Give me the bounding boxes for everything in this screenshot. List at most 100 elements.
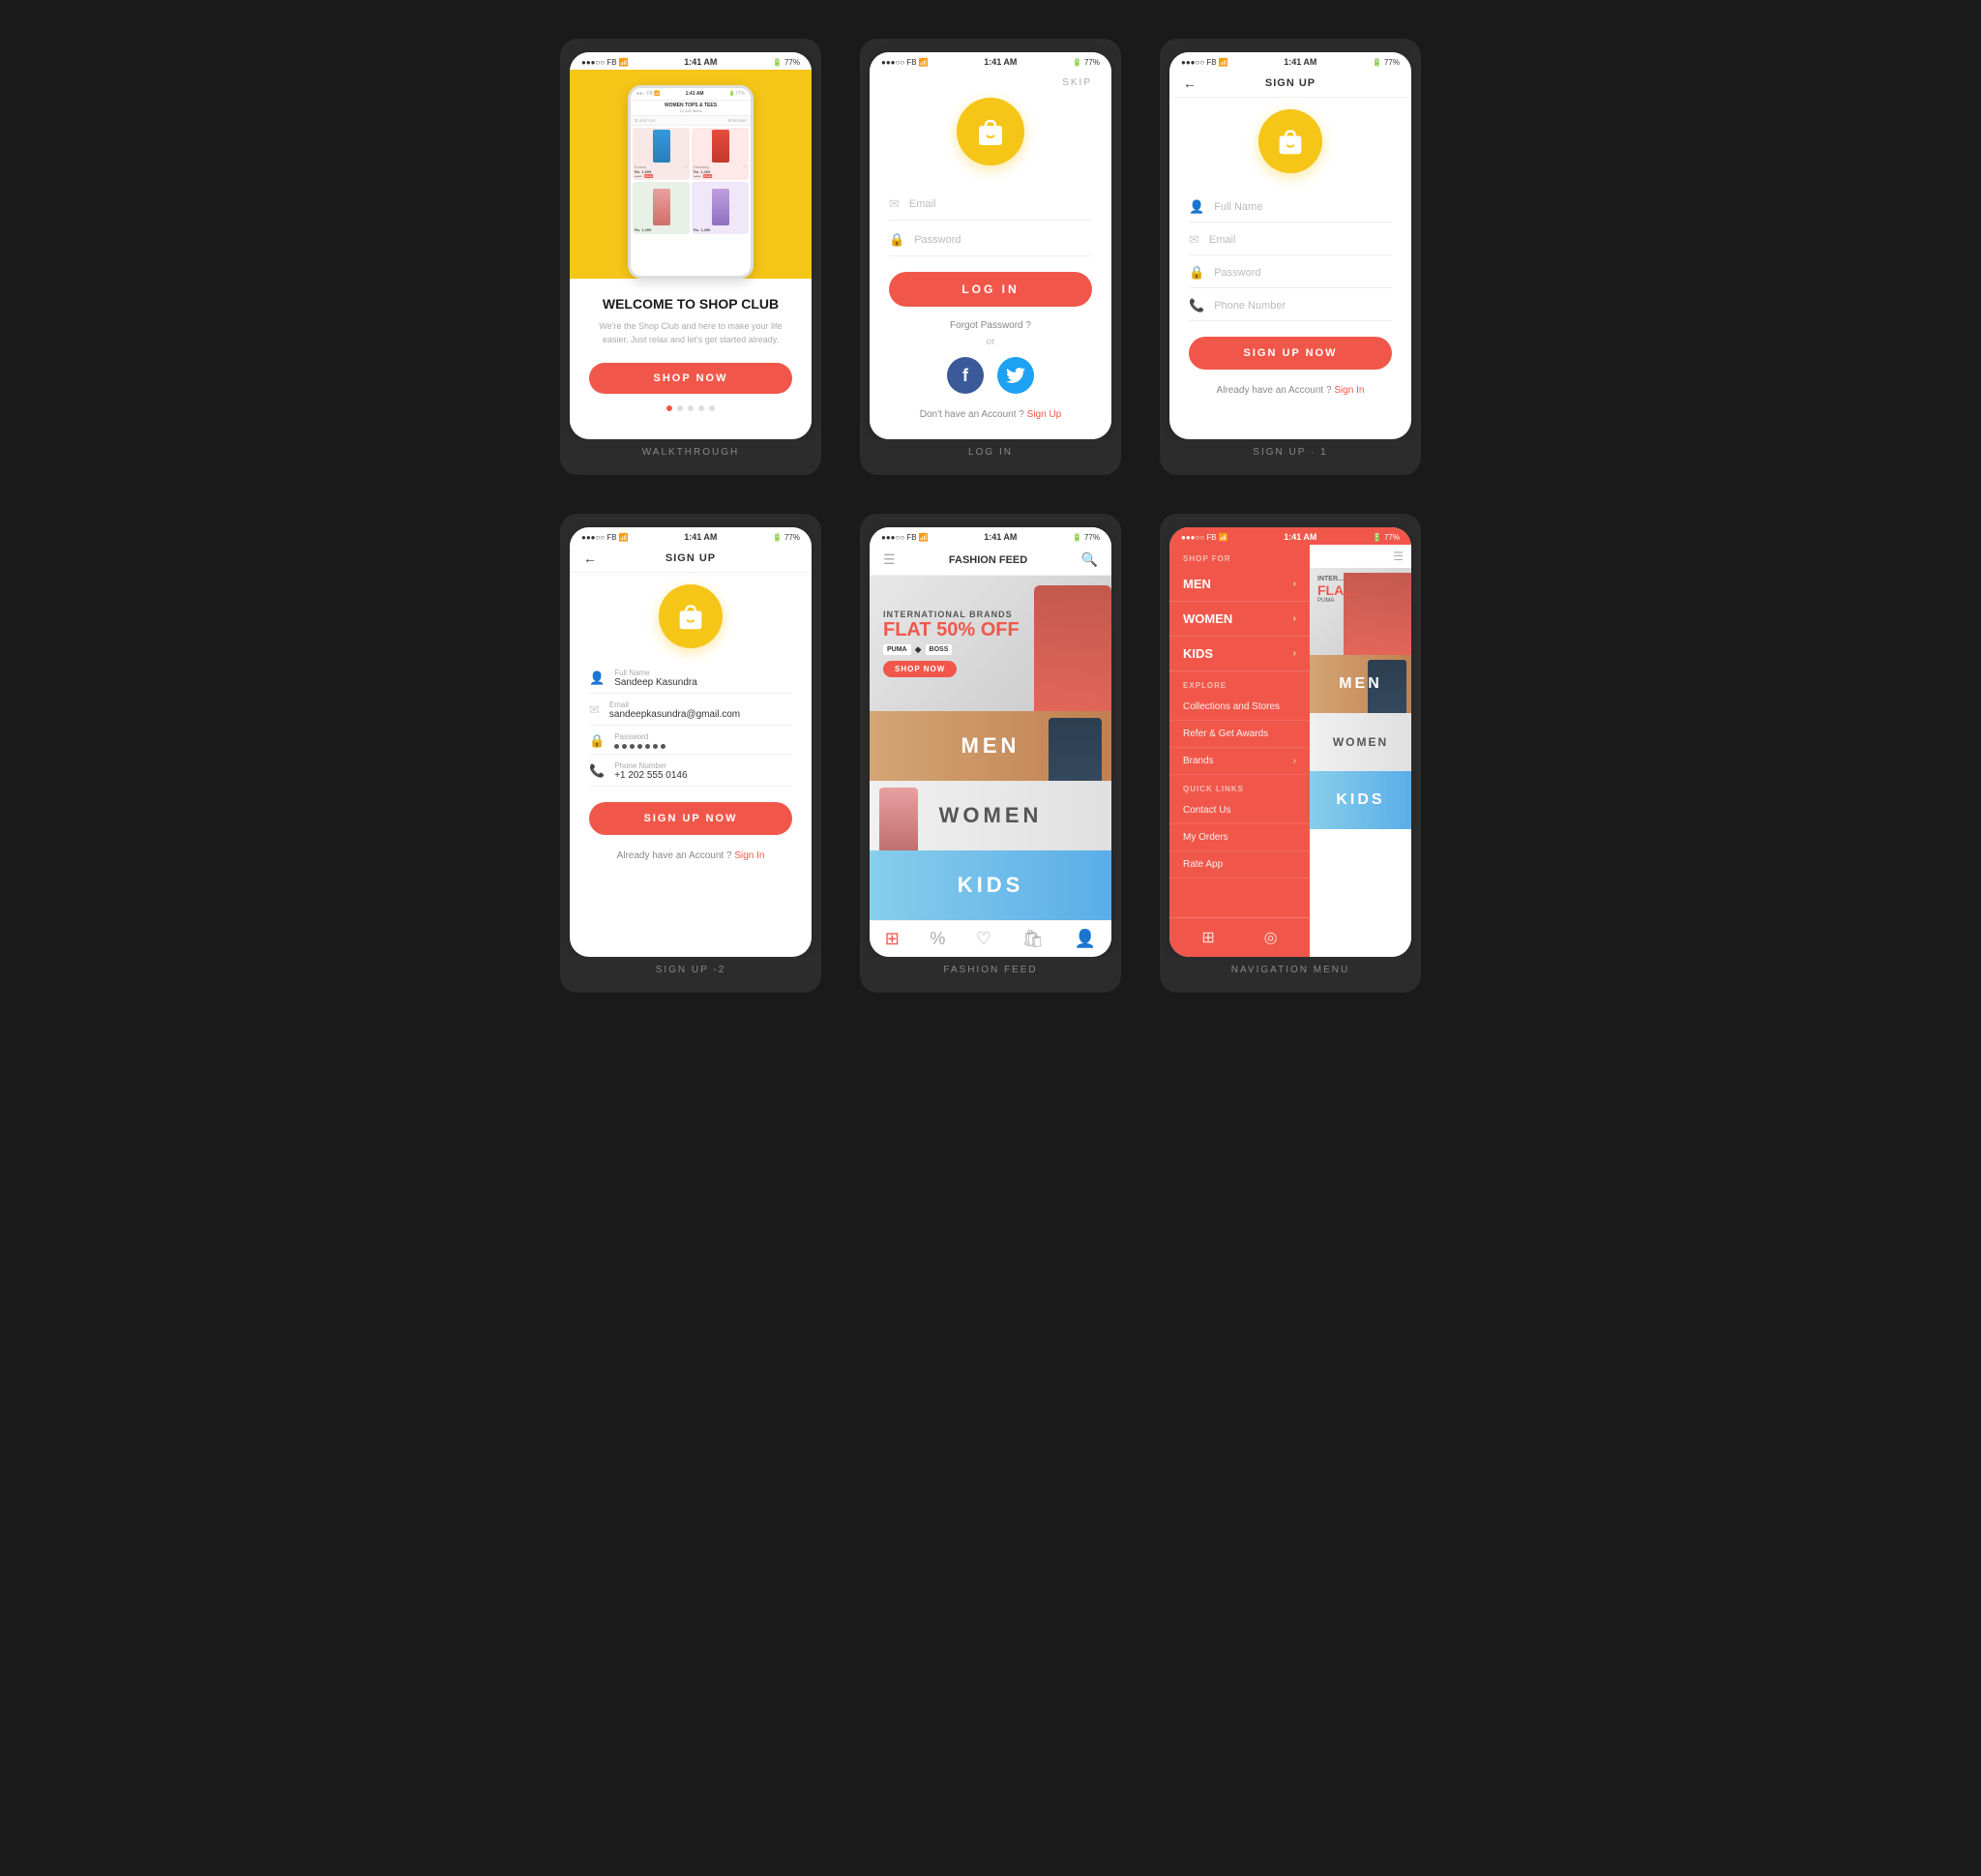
bottom-nav-fashion: ⊞ % ♡ 🛍 👤: [870, 920, 1111, 957]
email-icon-s1: ✉: [1189, 232, 1199, 248]
password-field-s1[interactable]: 🔒 Password: [1189, 258, 1392, 288]
status-left-s2: ●●●○○ FB 📶: [581, 533, 629, 542]
nav-item-men[interactable]: MEN ›: [1169, 567, 1310, 602]
women-label: WOMEN: [939, 803, 1043, 828]
email-field[interactable]: ✉ Email: [889, 189, 1092, 221]
have-account-text-s1: Already have an Account ? Sign In: [1189, 385, 1392, 396]
nav-item-brands[interactable]: Brands ›: [1169, 748, 1310, 775]
phone-field-s2[interactable]: 📞 Phone Number +1 202 555 0146: [589, 757, 792, 787]
nav-percent-icon[interactable]: %: [930, 929, 945, 949]
twitter-login-button[interactable]: [997, 357, 1034, 394]
email-field-s2[interactable]: ✉ Email sandeepkasundra@gmail.com: [589, 696, 792, 726]
nav-home-icon[interactable]: ⊞: [885, 929, 900, 949]
nav-percent-icon-menu[interactable]: ◎: [1264, 928, 1278, 947]
lock-icon-s1: 🔒: [1189, 265, 1204, 281]
password-field-s2[interactable]: 🔒 Password: [589, 728, 792, 755]
status-bar-login: ●●●○○ FB 📶 1:41 AM 🔋 77%: [870, 52, 1111, 70]
men-figure: [1049, 718, 1102, 781]
signup2-button[interactable]: SIGN UP NOW: [589, 802, 792, 835]
signup2-label: SIGN UP -2: [570, 957, 812, 987]
sign-in-link-s1[interactable]: Sign In: [1334, 385, 1364, 396]
nav-menu-panel: SHOP FOR MEN › WOMEN › KIDS ›: [1169, 545, 1310, 957]
signup1-header: ← SIGN UP: [1169, 70, 1411, 98]
inner-phone-sub: 12,325 items: [635, 108, 747, 113]
fashion-banner: INTERNATIONAL BRANDS FLAT 50% OFF PUMA ◆…: [870, 576, 1111, 711]
fullname-field-s1[interactable]: 👤 Full Name: [1189, 193, 1392, 223]
signup2-header: ← SIGN UP: [570, 545, 812, 573]
person-icon-s2: 👤: [589, 670, 605, 686]
status-battery: 🔋 77%: [773, 58, 800, 67]
walkthrough-title: WELCOME TO SHOP CLUB: [589, 296, 792, 312]
status-time-nav: 1:41 AM: [1284, 532, 1316, 542]
email-placeholder: Email: [909, 198, 936, 210]
status-bat-s1: 🔋 77%: [1373, 58, 1400, 67]
login-content: SKIP ✉ Email 🔒 Password: [870, 70, 1111, 439]
login-screen: ●●●○○ FB 📶 1:41 AM 🔋 77% SKIP ✉ Em: [860, 39, 1121, 475]
back-arrow-s1[interactable]: ←: [1183, 75, 1197, 91]
banner-figure: [1034, 585, 1111, 711]
nav-grid-icon[interactable]: ⊞: [1201, 928, 1214, 947]
email-field-s1[interactable]: ✉ Email: [1189, 225, 1392, 255]
fashion-header: ☰ FASHION FEED 🔍: [870, 545, 1111, 576]
forgot-password-text[interactable]: Forgot Password ?: [889, 320, 1092, 331]
nav-profile-icon[interactable]: 👤: [1075, 929, 1096, 949]
status-time: 1:41 AM: [684, 57, 717, 67]
skip-button[interactable]: SKIP: [889, 77, 1092, 88]
fashion-screen: ●●●○○ FB 📶 1:41 AM 🔋 77% ☰ FASHION FEED …: [860, 514, 1121, 993]
nav-item-women[interactable]: WOMEN ›: [1169, 602, 1310, 637]
shop-now-button[interactable]: SHOP NOW: [589, 363, 792, 394]
boss-logo: BOSS: [926, 644, 953, 655]
women-section: WOMEN: [870, 781, 1111, 850]
walkthrough-label: WALKTHROUGH: [570, 439, 812, 469]
signup1-content: 👤 Full Name ✉ Email 🔒 Password 📞 Phone N…: [1169, 98, 1411, 411]
nav-item-collections[interactable]: Collections and Stores: [1169, 694, 1310, 721]
email-value-s2: sandeepkasundra@gmail.com: [609, 709, 740, 720]
password-placeholder: Password: [914, 234, 961, 246]
sign-in-link-s2[interactable]: Sign In: [734, 850, 764, 861]
nav-content-preview: ☰ INTER... FLA... PUMA MEN: [1310, 545, 1411, 957]
signup1-label: SIGN UP · 1: [1169, 439, 1411, 469]
walkthrough-hero: ●●○ FB 📶 1:41 AM 🔋77% WOMEN TOPS & TEES …: [570, 70, 812, 279]
nav-men-preview: MEN: [1310, 655, 1411, 713]
password-dots-s2: [614, 744, 665, 749]
nav-item-refer[interactable]: Refer & Get Awards: [1169, 721, 1310, 748]
facebook-login-button[interactable]: f: [947, 357, 984, 394]
password-field[interactable]: 🔒 Password: [889, 224, 1092, 256]
inner-phone-mockup: ●●○ FB 📶 1:41 AM 🔋77% WOMEN TOPS & TEES …: [628, 85, 754, 279]
status-bar-walkthrough: ●●●○○ FB 📶 1:41 AM 🔋 77%: [570, 52, 812, 70]
nav-item-contact[interactable]: Contact Us: [1169, 797, 1310, 824]
hamburger-icon[interactable]: ☰: [883, 551, 896, 568]
nav-item-orders[interactable]: My Orders: [1169, 824, 1310, 851]
or-divider: or: [889, 337, 1092, 347]
signup1-header-title: SIGN UP: [1265, 77, 1316, 89]
status-time-login: 1:41 AM: [984, 57, 1017, 67]
nav-overlay: SHOP FOR MEN › WOMEN › KIDS ›: [1169, 545, 1411, 957]
nav-heart-icon[interactable]: ♡: [976, 929, 991, 949]
hamburger-preview: ☰: [1393, 550, 1404, 563]
nav-item-rate[interactable]: Rate App: [1169, 851, 1310, 878]
app-logo-bag: [957, 98, 1024, 165]
lock-icon-s2: 🔒: [589, 733, 605, 749]
men-section: MEN: [870, 711, 1111, 781]
nav-women-preview: WOMEN: [1310, 713, 1411, 771]
signup2-content: 👤 Full Name Sandeep Kasundra ✉ Email san…: [570, 573, 812, 877]
nav-kids-text: KIDS: [1336, 791, 1384, 809]
status-left-login: ●●●○○ FB 📶: [881, 58, 929, 67]
banner-shop-btn[interactable]: SHOP NOW: [883, 661, 957, 677]
fullname-field-s2[interactable]: 👤 Full Name Sandeep Kasundra: [589, 664, 792, 694]
phone-field-s1[interactable]: 📞 Phone Number: [1189, 291, 1392, 321]
nav-bag-icon[interactable]: 🛍: [1021, 929, 1044, 949]
nav-content-header: ☰: [1310, 545, 1411, 568]
status-time-f: 1:41 AM: [984, 532, 1017, 542]
men-label: MEN: [961, 733, 1020, 759]
login-button[interactable]: LOG IN: [889, 272, 1092, 307]
women-figure: [879, 788, 918, 850]
nike-logo: ◆: [915, 644, 922, 655]
sign-up-link[interactable]: Sign Up: [1027, 409, 1062, 420]
status-bat-f: 🔋 77%: [1073, 533, 1100, 542]
nav-item-kids[interactable]: KIDS ›: [1169, 637, 1310, 671]
back-arrow-s2[interactable]: ←: [583, 551, 597, 566]
search-icon-f[interactable]: 🔍: [1081, 551, 1098, 568]
signup1-button[interactable]: SIGN UP NOW: [1189, 337, 1392, 370]
status-left-nav: ●●●○○ FB 📶: [1181, 533, 1228, 542]
